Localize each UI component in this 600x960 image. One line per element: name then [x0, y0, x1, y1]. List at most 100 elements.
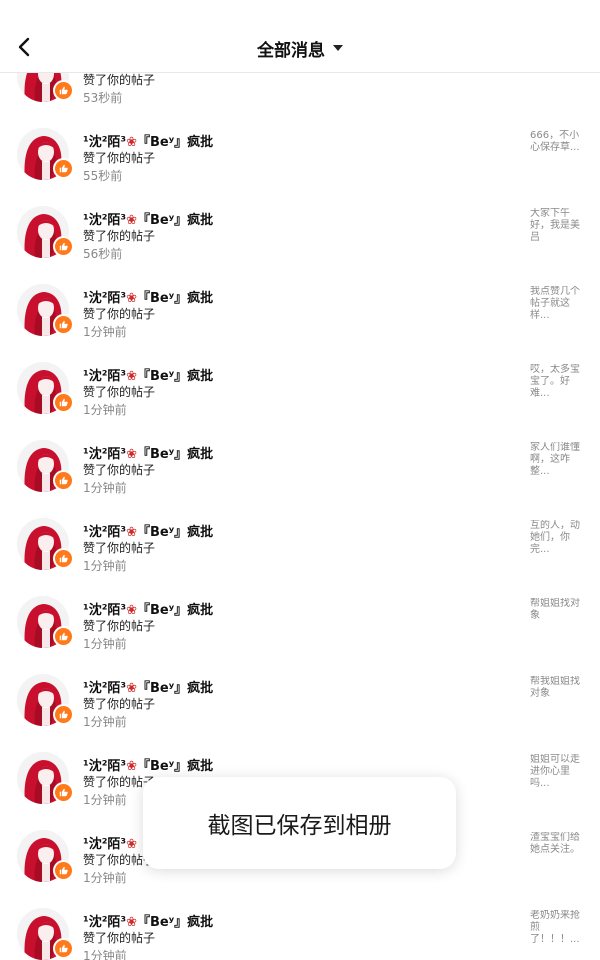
action-text: 赞了你的帖子	[83, 385, 156, 399]
like-badge	[53, 392, 74, 413]
user-name-text: ¹沈²陌³	[83, 915, 127, 930]
rose-emoji-icon: ❀	[126, 525, 137, 540]
user-name-text: ¹沈²陌³	[83, 369, 127, 384]
user-name[interactable]: ¹沈²陌³❀『Beʸ』疯批	[83, 131, 213, 150]
post-preview[interactable]: 家人们谁懂啊，这咋整...	[530, 442, 586, 478]
notification-row[interactable]: ¹沈²陌³❀『Beʸ』疯批 赞了你的帖子 1分钟前 帮我姐姐找对象	[0, 669, 600, 747]
user-name-suffix: 『Beʸ』疯批	[137, 681, 214, 696]
timestamp: 1分钟前	[83, 637, 127, 651]
post-preview[interactable]: 666，不小心保存草...	[530, 130, 586, 154]
timestamp: 1分钟前	[83, 793, 127, 807]
user-name-suffix: 『Beʸ』疯批	[137, 759, 214, 774]
thumbs-up-icon	[59, 398, 68, 407]
user-name-text: ¹沈²陌³	[83, 525, 127, 540]
top-bar: 全部消息	[0, 0, 600, 73]
action-text: 赞了你的帖子	[83, 229, 156, 243]
caret-down-icon	[333, 45, 343, 51]
like-badge	[53, 860, 74, 881]
like-badge	[53, 314, 74, 335]
like-badge	[53, 626, 74, 647]
user-name[interactable]: ¹沈²陌³❀『Beʸ』疯批	[83, 209, 213, 228]
like-badge	[53, 938, 74, 959]
user-name[interactable]: ¹沈²陌³❀『Beʸ』疯批	[83, 365, 213, 384]
user-name-suffix: 『Beʸ』疯批	[137, 447, 214, 462]
timestamp: 1分钟前	[83, 481, 127, 495]
toast-text: 截图已保存到相册	[207, 813, 392, 839]
like-badge	[53, 470, 74, 491]
rose-emoji-icon: ❀	[126, 213, 137, 228]
post-preview[interactable]: 大家下午好，我是美吕	[530, 208, 586, 244]
post-preview[interactable]: 我点赞几个帖子就这样...	[530, 286, 586, 322]
notification-row[interactable]: ¹沈²陌³❀『Beʸ』疯批 赞了你的帖子 1分钟前 家人们谁懂啊，这咋整...	[0, 435, 600, 513]
rose-emoji-icon: ❀	[126, 915, 137, 930]
timestamp: 55秒前	[83, 169, 123, 183]
thumbs-up-icon	[59, 476, 68, 485]
thumbs-up-icon	[59, 320, 68, 329]
rose-emoji-icon: ❀	[126, 135, 137, 150]
action-text: 赞了你的帖子	[83, 931, 156, 945]
action-text: 赞了你的帖子	[83, 463, 156, 477]
user-name[interactable]: ¹沈²陌³❀『Beʸ』疯批	[83, 287, 213, 306]
post-preview[interactable]: 帮姐姐找对象	[530, 598, 586, 622]
post-preview[interactable]: 老奶奶来抢煎了！！！...	[530, 910, 586, 946]
rose-emoji-icon: ❀	[126, 447, 137, 462]
notification-row[interactable]: ¹沈²陌³❀『Beʸ』疯批 赞了你的帖子 1分钟前 老奶奶来抢煎了！！！...	[0, 903, 600, 960]
user-name-text: ¹沈²陌³	[83, 837, 127, 852]
user-name[interactable]: ¹沈²陌³❀『Beʸ』疯批	[83, 755, 213, 774]
like-badge	[53, 782, 74, 803]
notification-row[interactable]: ¹沈²陌³❀『Beʸ』疯批 赞了你的帖子 1分钟前 哎，太多宝宝了。好难...	[0, 357, 600, 435]
action-text: 赞了你的帖子	[83, 307, 156, 321]
user-name-suffix: 『Beʸ』疯批	[137, 369, 214, 384]
user-name-suffix: 『Beʸ』疯批	[137, 213, 214, 228]
timestamp: 1分钟前	[83, 403, 127, 417]
rose-emoji-icon: ❀	[126, 291, 137, 306]
like-badge	[53, 548, 74, 569]
user-name[interactable]: ¹沈²陌³❀『Beʸ』疯批	[83, 443, 213, 462]
like-badge	[53, 158, 74, 179]
thumbs-up-icon	[59, 632, 68, 641]
user-name[interactable]: ¹沈²陌³❀『Beʸ』疯批	[83, 911, 213, 930]
timestamp: 1分钟前	[83, 325, 127, 339]
user-name-suffix: 『Beʸ』疯批	[137, 915, 214, 930]
user-name-text: ¹沈²陌³	[83, 759, 127, 774]
user-name[interactable]: ¹沈²陌³❀『Beʸ』疯批	[83, 521, 213, 540]
user-name[interactable]: ¹沈²陌³❀『Beʸ』疯批	[83, 677, 213, 696]
timestamp: 53秒前	[83, 91, 123, 105]
action-text: 赞了你的帖子	[83, 619, 156, 633]
timestamp: 1分钟前	[83, 715, 127, 729]
message-filter-dropdown[interactable]: 全部消息	[0, 34, 600, 62]
post-preview[interactable]: 互的人，动她们，你完...	[530, 520, 586, 556]
messages-page: 全部消息 赞了你的帖子53秒前没...¹沈²陌³❀『Beʸ』疯批赞了你的帖子55…	[0, 0, 600, 960]
user-name-suffix: 『Beʸ』疯批	[137, 525, 214, 540]
user-name[interactable]: ¹沈²陌³❀『Beʸ』疯批	[83, 599, 213, 618]
post-preview[interactable]: 哎，太多宝宝了。好难...	[530, 364, 586, 400]
notification-row[interactable]: ¹沈²陌³❀『Beʸ』疯批 赞了你的帖子 55秒前 666，不小心保存草...	[0, 123, 600, 201]
thumbs-up-icon	[59, 242, 68, 251]
user-name-suffix: 『Beʸ』疯批	[137, 291, 214, 306]
action-text: 赞了你的帖子	[83, 697, 156, 711]
user-name-text: ¹沈²陌³	[83, 681, 127, 696]
post-preview[interactable]: 帮我姐姐找对象	[530, 676, 586, 700]
timestamp: 1分钟前	[83, 559, 127, 573]
action-text: 赞了你的帖子	[83, 73, 156, 87]
thumbs-up-icon	[59, 866, 68, 875]
rose-emoji-icon: ❀	[126, 837, 137, 852]
notification-row[interactable]: ¹沈²陌³❀『Beʸ』疯批 赞了你的帖子 1分钟前 我点赞几个帖子就这样...	[0, 279, 600, 357]
action-text: 赞了你的帖子	[83, 151, 156, 165]
thumbs-up-icon	[59, 554, 68, 563]
thumbs-up-icon	[59, 944, 68, 953]
post-preview[interactable]: 渣宝宝们给她点关注。	[530, 832, 586, 856]
user-name-text: ¹沈²陌³	[83, 135, 127, 150]
rose-emoji-icon: ❀	[126, 603, 137, 618]
post-preview[interactable]: 姐姐可以走进你心里吗...	[530, 754, 586, 790]
thumbs-up-icon	[59, 710, 68, 719]
notification-row[interactable]: ¹沈²陌³❀『Beʸ』疯批 赞了你的帖子 1分钟前 互的人，动她们，你完...	[0, 513, 600, 591]
user-name-suffix: 『Beʸ』疯批	[137, 135, 214, 150]
user-name-text: ¹沈²陌³	[83, 291, 127, 306]
notification-row[interactable]: ¹沈²陌³❀『Beʸ』疯批 赞了你的帖子 56秒前 大家下午好，我是美吕	[0, 201, 600, 279]
screenshot-saved-toast: 截图已保存到相册	[143, 777, 456, 869]
rose-emoji-icon: ❀	[126, 369, 137, 384]
notification-row[interactable]: ¹沈²陌³❀『Beʸ』疯批 赞了你的帖子 1分钟前 帮姐姐找对象	[0, 591, 600, 669]
user-name-suffix: 『Beʸ』疯批	[137, 603, 214, 618]
thumbs-up-icon	[59, 788, 68, 797]
